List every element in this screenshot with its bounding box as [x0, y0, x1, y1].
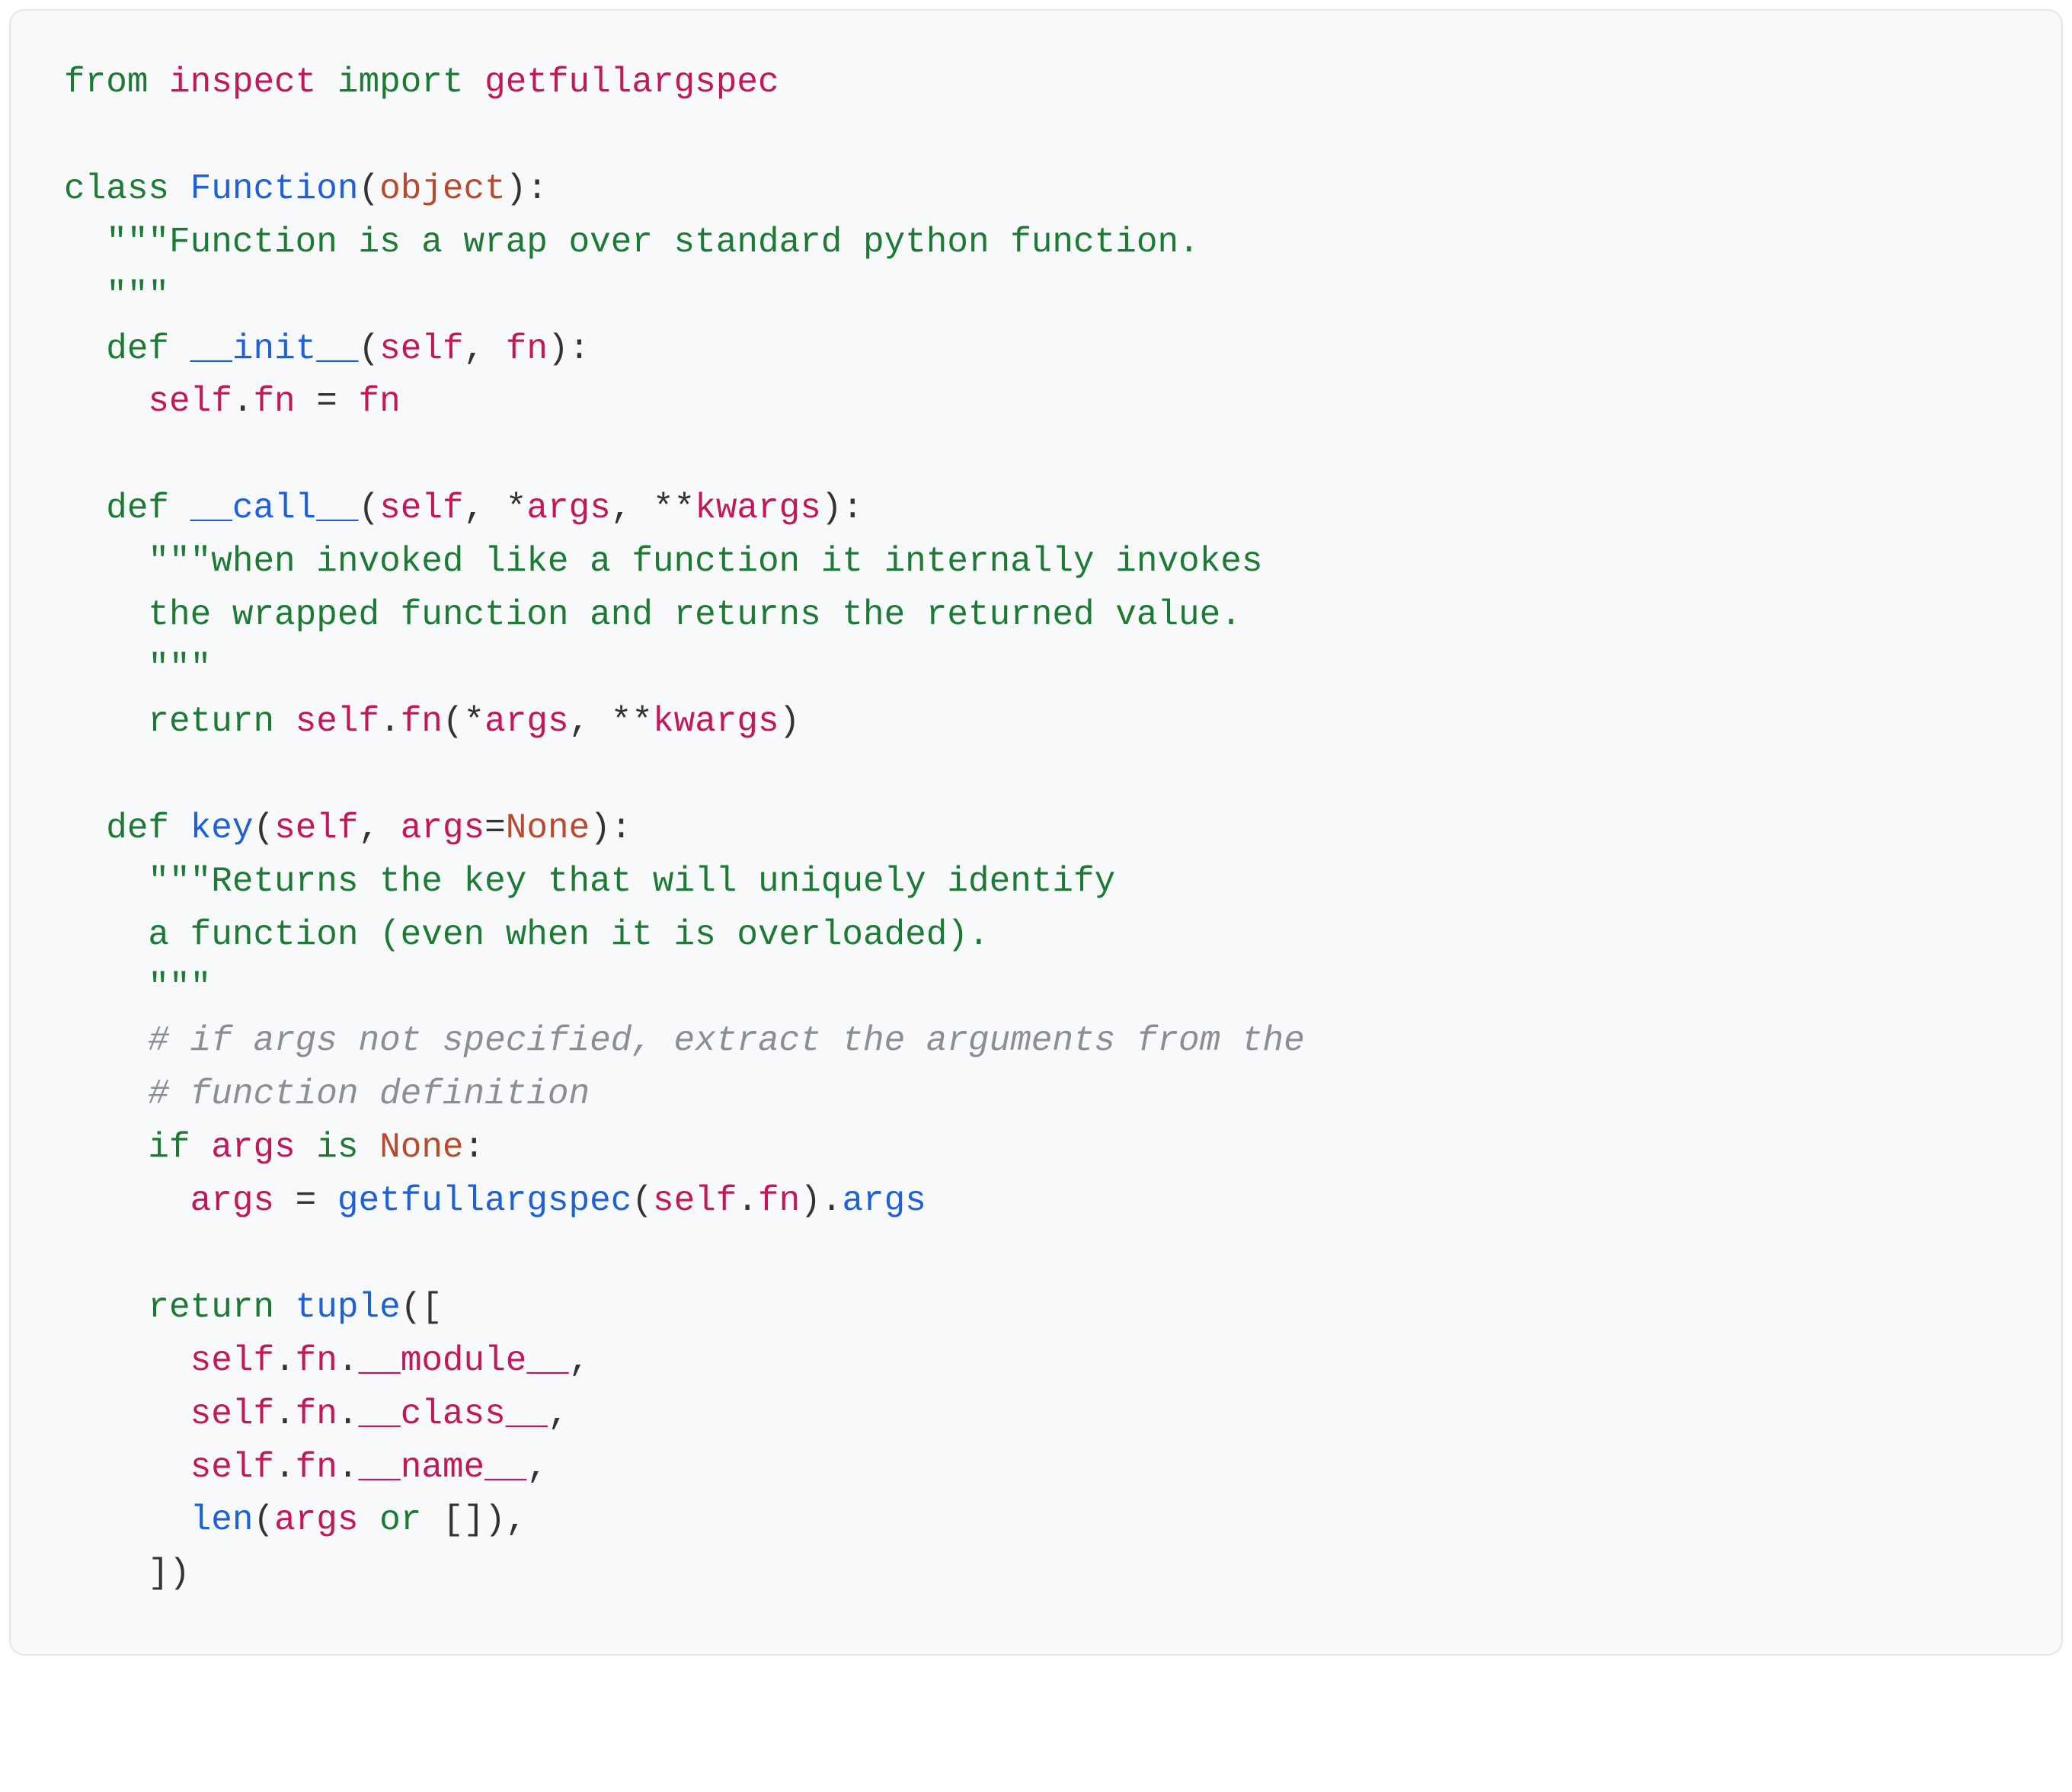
code-line: from inspect import getfullargspec	[64, 62, 779, 102]
ident-self: self	[190, 1448, 274, 1487]
code-line: if args is None:	[64, 1128, 484, 1167]
ident-args: args	[484, 702, 568, 741]
docstring: """Function is a wrap over standard pyth…	[106, 222, 1199, 262]
keyword-def: def	[106, 329, 169, 369]
ident-self: self	[148, 382, 232, 421]
method-init: __init__	[190, 329, 359, 369]
attr-fn: fn	[401, 702, 443, 741]
comment: # if args not specified, extract the arg…	[148, 1021, 1304, 1061]
param-args: args	[526, 488, 610, 528]
empty-list: []	[443, 1500, 484, 1540]
param-self: self	[274, 808, 358, 848]
code-line: class Function(object):	[64, 169, 548, 209]
call-len: len	[190, 1500, 254, 1540]
docstring: """when invoked like a function it inter…	[148, 542, 1262, 581]
docstring: """Returns the key that will uniquely id…	[148, 862, 1115, 901]
attr-fn: fn	[296, 1394, 337, 1434]
code-line: def key(self, args=None):	[64, 808, 632, 848]
code-line: self.fn = fn	[64, 382, 401, 421]
docstring-close: """	[148, 648, 211, 688]
module-inspect: inspect	[169, 62, 316, 102]
keyword-def: def	[106, 808, 169, 848]
const-none: None	[506, 808, 590, 848]
keyword-import: import	[337, 62, 464, 102]
ident-args: args	[274, 1500, 358, 1540]
code-line: self.fn.__class__,	[64, 1394, 569, 1434]
docstring: the wrapped function and returns the ret…	[148, 595, 1241, 635]
docstring-close: """	[106, 276, 169, 315]
code-line: """when invoked like a function it inter…	[64, 542, 1262, 581]
code-block: from inspect import getfullargspec class…	[9, 9, 2063, 1656]
code-line: """Returns the key that will uniquely id…	[64, 862, 1115, 901]
param-args: args	[401, 808, 484, 848]
code-line: # function definition	[64, 1074, 590, 1114]
ident-self: self	[190, 1341, 274, 1381]
keyword-def: def	[106, 488, 169, 528]
attr-fn: fn	[296, 1341, 337, 1381]
code-line: def __call__(self, *args, **kwargs):	[64, 488, 863, 528]
keyword-class: class	[64, 169, 169, 209]
code-line: self.fn.__name__,	[64, 1448, 548, 1487]
keyword-return: return	[148, 1288, 274, 1327]
close-brackets: ])	[148, 1554, 190, 1593]
code-line: len(args or []),	[64, 1500, 526, 1540]
param-fn: fn	[506, 329, 548, 369]
code-line: """	[64, 968, 211, 1007]
attr-fn: fn	[758, 1181, 800, 1221]
ident-kwargs: kwargs	[653, 702, 779, 741]
dunder-name: __name__	[359, 1448, 527, 1487]
ident-self: self	[190, 1394, 274, 1434]
ident-fn: fn	[359, 382, 401, 421]
builtin-object: object	[379, 169, 506, 209]
keyword-return: return	[148, 702, 274, 741]
code-line: args = getfullargspec(self.fn).args	[64, 1181, 926, 1221]
code-line: ])	[64, 1554, 190, 1593]
keyword-is: is	[316, 1128, 358, 1167]
attr-args: args	[842, 1181, 926, 1221]
code-line: def __init__(self, fn):	[64, 329, 590, 369]
call-tuple: tuple	[296, 1288, 401, 1327]
param-self: self	[379, 329, 463, 369]
attr-fn: fn	[253, 382, 295, 421]
code-line: # if args not specified, extract the arg…	[64, 1021, 1305, 1061]
keyword-or: or	[379, 1500, 421, 1540]
code-line: """	[64, 648, 211, 688]
keyword-if: if	[148, 1128, 190, 1167]
docstring: a function (even when it is overloaded).	[148, 915, 989, 955]
call-getfullargspec: getfullargspec	[337, 1181, 632, 1221]
docstring-close: """	[148, 968, 211, 1007]
ident-getfullargspec: getfullargspec	[484, 62, 779, 102]
method-key: key	[190, 808, 254, 848]
dunder-class: __class__	[359, 1394, 548, 1434]
ident-args: args	[190, 1181, 274, 1221]
code-line: """Function is a wrap over standard pyth…	[64, 222, 1200, 262]
ident-args: args	[211, 1128, 295, 1167]
param-kwargs: kwargs	[695, 488, 821, 528]
code-line: return tuple([	[64, 1288, 443, 1327]
method-call: __call__	[190, 488, 359, 528]
code-line: """	[64, 276, 169, 315]
code-line: return self.fn(*args, **kwargs)	[64, 702, 800, 741]
class-name: Function	[190, 169, 359, 209]
param-self: self	[379, 488, 463, 528]
code-line: the wrapped function and returns the ret…	[64, 595, 1242, 635]
code-line: a function (even when it is overloaded).	[64, 915, 990, 955]
dunder-module: __module__	[359, 1341, 569, 1381]
ident-self: self	[653, 1181, 737, 1221]
const-none: None	[379, 1128, 463, 1167]
keyword-from: from	[64, 62, 148, 102]
comment: # function definition	[148, 1074, 590, 1114]
code-line: self.fn.__module__,	[64, 1341, 590, 1381]
attr-fn: fn	[296, 1448, 337, 1487]
ident-self: self	[296, 702, 379, 741]
